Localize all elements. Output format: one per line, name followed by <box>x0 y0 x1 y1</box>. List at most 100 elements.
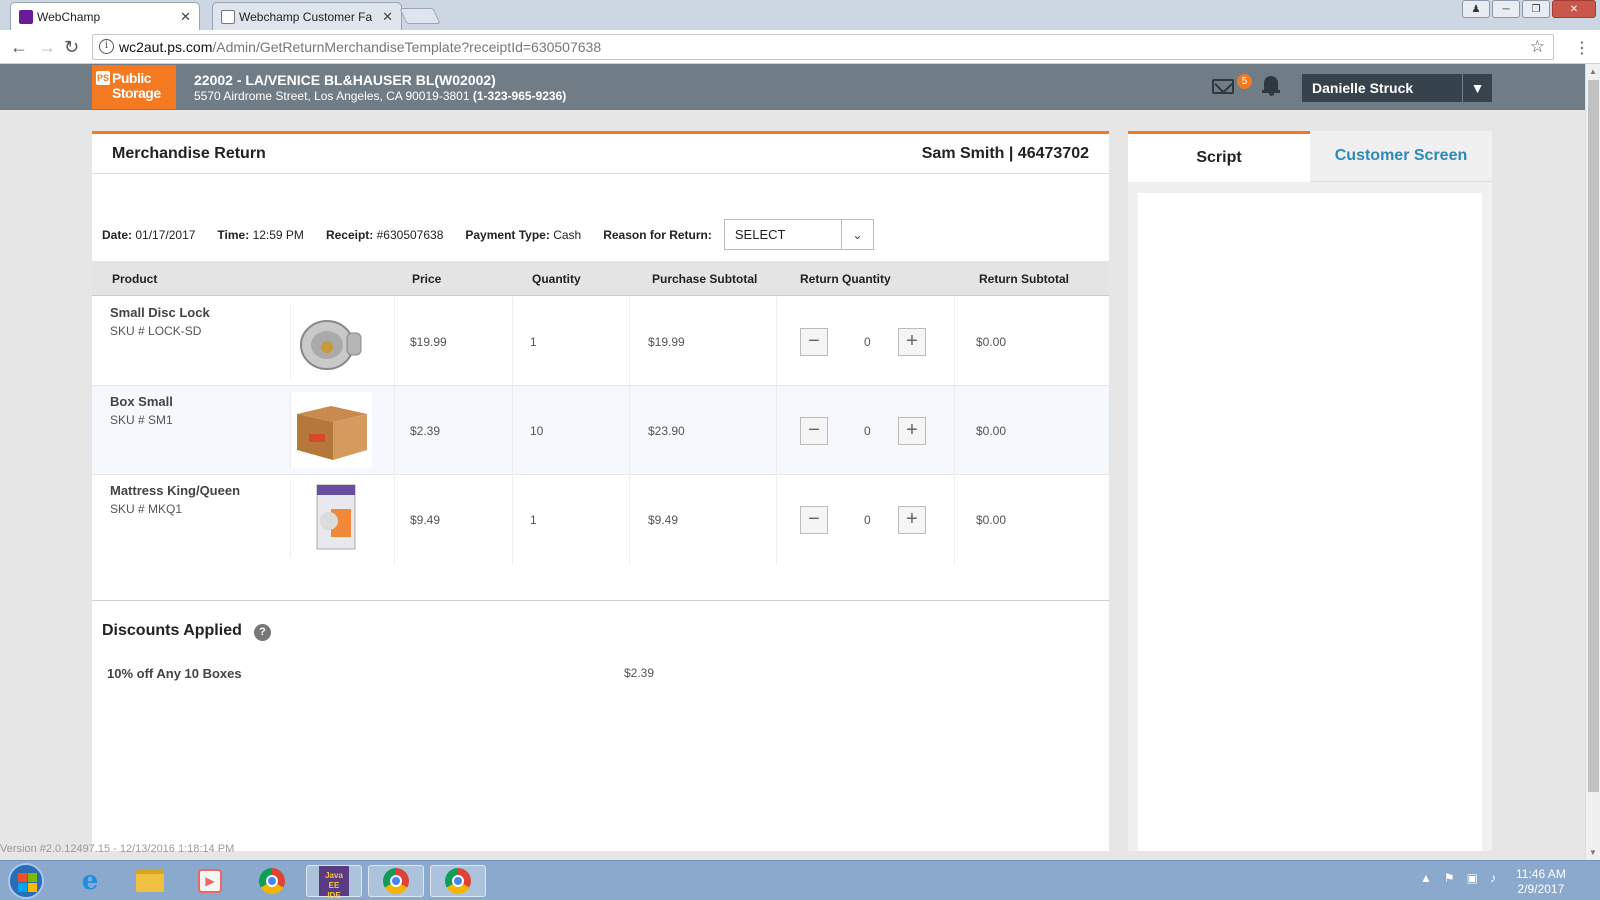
discount-name: 10% off Any 10 Boxes <box>107 666 242 681</box>
java-ee-ide-icon[interactable]: Java EE IDE <box>306 865 362 900</box>
user-name: Danielle Struck <box>1312 80 1414 96</box>
chrome-window-icon[interactable] <box>430 865 486 897</box>
clock-date: 2/9/2017 <box>1517 882 1565 896</box>
store-phone: (1-323-965-9236) <box>472 89 567 103</box>
show-hidden-icons[interactable]: ▲ <box>1420 871 1432 885</box>
col-product: Product <box>112 272 158 286</box>
scrollbar-thumb[interactable] <box>1588 80 1599 792</box>
bell-icon[interactable] <box>1262 76 1280 96</box>
customer-info: Sam Smith | 46473702 <box>921 144 1089 162</box>
back-icon[interactable]: ← <box>10 37 28 58</box>
col-quantity: Quantity <box>532 272 581 286</box>
decrease-quantity-button[interactable]: − <box>800 417 828 445</box>
decrease-quantity-button[interactable]: − <box>800 328 828 356</box>
help-icon[interactable]: ? <box>254 624 271 641</box>
media-player-icon[interactable]: ▶ <box>182 865 238 897</box>
increase-quantity-button[interactable]: + <box>898 417 926 445</box>
side-panel-content <box>1138 193 1482 851</box>
vertical-scrollbar[interactable]: ▲ ▼ <box>1585 64 1600 860</box>
receipt-time: Time: 12:59 PM <box>217 227 304 242</box>
increase-quantity-button[interactable]: + <box>898 506 926 534</box>
price-cell: $9.49 <box>410 513 441 527</box>
reason-for-return-select[interactable]: SELECT ⌄ <box>723 219 874 250</box>
receipt-info-bar: Date: 01/17/2017 Time: 12:59 PM Receipt:… <box>102 219 874 250</box>
tab-customer-screen[interactable]: Customer Screen <box>1310 131 1492 182</box>
return-quantity-value: 0 <box>864 424 871 438</box>
user-profile-icon[interactable]: ♟ <box>1462 0 1490 18</box>
chevron-down-icon[interactable]: ⌄ <box>840 220 873 249</box>
network-icon[interactable]: ▣ <box>1467 871 1478 885</box>
browser-tab-webchamp[interactable]: WebChamp ✕ <box>10 2 200 30</box>
receipt-date: Date: 01/17/2017 <box>102 227 196 242</box>
browser-tab-strip: WebChamp ✕ Webchamp Customer Fa ✕ ♟ ─ ❐ … <box>0 0 1600 30</box>
product-image-box <box>290 392 372 468</box>
public-storage-logo[interactable]: PS Public Storage <box>92 65 176 109</box>
decrease-quantity-button[interactable]: − <box>800 506 828 534</box>
col-return-quantity: Return Quantity <box>800 272 891 286</box>
chrome-window-icon[interactable] <box>368 865 424 897</box>
store-name: 22002 - LA/VENICE BL&HAUSER BL(W02002) <box>194 72 496 88</box>
close-tab-icon[interactable]: ✕ <box>180 9 191 25</box>
product-name: Small Disc Lock <box>110 305 210 320</box>
file-explorer-icon[interactable] <box>122 865 178 897</box>
reason-label: Reason for Return: <box>603 227 712 242</box>
new-tab-button[interactable] <box>399 8 441 24</box>
browser-tab-customer-faq[interactable]: Webchamp Customer Fa ✕ <box>212 2 402 30</box>
browser-tab-title: WebChamp <box>37 9 101 24</box>
subtotal-cell: $9.49 <box>648 513 679 527</box>
address-bar[interactable]: i wc2aut.ps.com/Admin/GetReturnMerchandi… <box>92 34 1554 60</box>
close-tab-icon[interactable]: ✕ <box>382 9 393 25</box>
quantity-cell: 1 <box>530 335 537 349</box>
chevron-down-icon[interactable]: ▼ <box>1462 74 1492 102</box>
table-row: Box Small SKU # SM1 $2.39 10 $23.90 − 0 … <box>92 386 1109 475</box>
receipt-number: Receipt: #630507638 <box>325 227 444 242</box>
price-cell: $2.39 <box>410 424 441 438</box>
product-image-disc-lock <box>290 303 372 379</box>
tab-script[interactable]: Script <box>1128 131 1310 182</box>
table-row: Mattress King/Queen SKU # MKQ1 $9.49 1 $… <box>92 475 1109 564</box>
return-subtotal-cell: $0.00 <box>976 335 1007 349</box>
logo-badge: PS <box>96 71 110 85</box>
chrome-icon[interactable] <box>244 865 300 897</box>
system-tray: ▲ ⚑ ▣ ♪ <box>1420 871 1496 885</box>
browser-toolbar: ← → ↻ i wc2aut.ps.com/Admin/GetReturnMer… <box>0 30 1600 64</box>
mail-icon[interactable] <box>1212 79 1234 94</box>
quantity-cell: 1 <box>530 513 537 527</box>
favicon-icon <box>19 10 33 24</box>
minimize-button[interactable]: ─ <box>1492 0 1520 18</box>
start-button[interactable] <box>8 863 44 899</box>
taskbar-clock[interactable]: 11:46 AM 2/9/2017 <box>1516 867 1566 897</box>
browser-tab-title: Webchamp Customer Fa <box>239 9 373 24</box>
clock-time: 11:46 AM <box>1516 867 1566 881</box>
taskbar: e ▶ Java EE IDE ▲ ⚑ ▣ ♪ 11:46 AM 2/9/2017 <box>0 860 1600 900</box>
reload-icon[interactable]: ↻ <box>64 37 79 58</box>
reason-selected-value: SELECT <box>734 227 786 242</box>
browser-menu-icon[interactable]: ⋮ <box>1574 38 1590 58</box>
return-subtotal-cell: $0.00 <box>976 424 1007 438</box>
bookmark-star-icon[interactable]: ☆ <box>1530 37 1545 57</box>
discounts-title: Discounts Applied <box>102 622 242 639</box>
scroll-down-icon[interactable]: ▼ <box>1589 848 1597 857</box>
action-center-icon[interactable]: ⚑ <box>1444 871 1455 885</box>
quantity-cell: 10 <box>530 424 544 438</box>
version-text: Version #2.0.12497.15 - 12/13/2016 1:18:… <box>0 843 235 855</box>
page-icon <box>221 10 235 24</box>
volume-icon[interactable]: ♪ <box>1490 871 1496 885</box>
close-window-button[interactable]: ✕ <box>1552 0 1596 18</box>
side-panel: Script Customer Screen <box>1128 131 1492 851</box>
window-controls: ♟ ─ ❐ ✕ <box>1462 0 1596 18</box>
scroll-up-icon[interactable]: ▲ <box>1589 67 1597 76</box>
logo-line1: Public <box>112 70 152 86</box>
product-sku: SKU # LOCK-SD <box>110 324 202 338</box>
maximize-button[interactable]: ❐ <box>1522 0 1550 18</box>
forward-icon[interactable]: → <box>38 37 56 58</box>
increase-quantity-button[interactable]: + <box>898 328 926 356</box>
info-icon[interactable]: i <box>99 39 114 54</box>
mail-count-badge: 5 <box>1237 74 1252 89</box>
product-name: Mattress King/Queen <box>110 483 241 498</box>
internet-explorer-icon[interactable]: e <box>62 865 118 897</box>
url-path: /Admin/GetReturnMerchandiseTemplate?rece… <box>212 39 602 55</box>
product-sku: SKU # SM1 <box>110 413 173 427</box>
user-menu[interactable]: Danielle Struck ▼ <box>1302 74 1492 102</box>
url-host: wc2aut.ps.com <box>119 39 213 55</box>
